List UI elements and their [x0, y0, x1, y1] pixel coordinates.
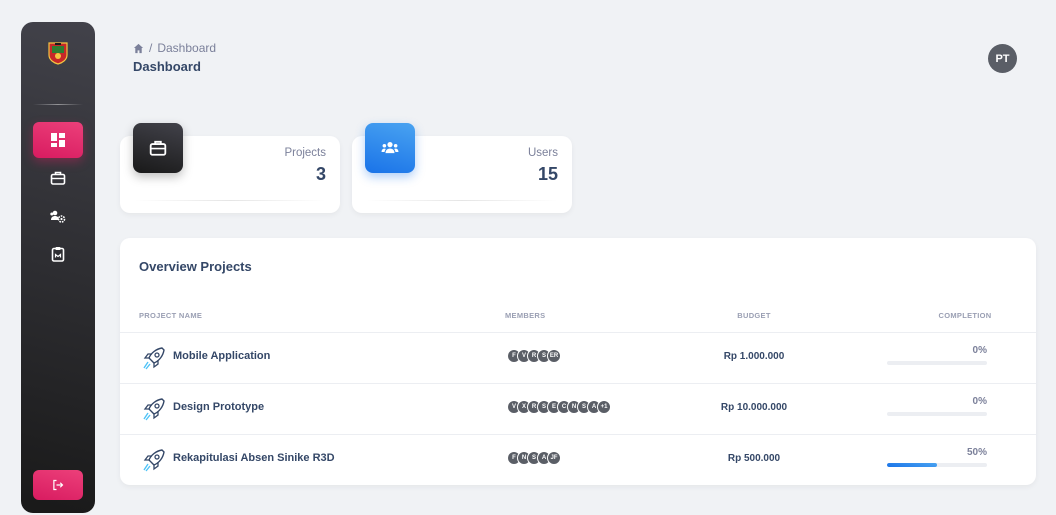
table-row[interactable]: Mobile Application F V R S ER Rp 1.000.000 0% — [120, 332, 1036, 383]
table-row[interactable]: Rekapitulasi Absen Sinike R3D F N S A JF Rp 50… — [120, 434, 1036, 485]
logout-button[interactable] — [33, 470, 83, 500]
breadcrumb: / Dashboard — [133, 41, 216, 55]
stat-label: Projects — [284, 147, 326, 159]
user-avatar[interactable]: PT — [988, 44, 1017, 73]
completion-progress-bar — [887, 412, 987, 416]
app-logo-icon[interactable] — [48, 41, 68, 65]
member-avatars: F V R S ER — [507, 349, 561, 363]
projects-title: Overview Projects — [139, 259, 252, 274]
sidebar-item-reports[interactable] — [33, 236, 83, 272]
rocket-icon — [142, 397, 166, 421]
project-name[interactable]: Mobile Application — [173, 350, 270, 362]
rocket-icon — [142, 346, 166, 370]
project-budget: Rp 10.000.000 — [720, 402, 788, 413]
stat-card-users: Users 15 — [352, 123, 572, 213]
briefcase-icon — [50, 171, 66, 185]
column-header-project-name: PROJECT NAME — [139, 311, 203, 320]
users-gear-icon — [50, 210, 66, 223]
rocket-icon — [142, 448, 166, 472]
logout-icon — [53, 479, 64, 491]
stat-divider — [134, 200, 326, 201]
member-avatar[interactable]: ER — [547, 349, 561, 363]
project-name[interactable]: Rekapitulasi Absen Sinike R3D — [173, 452, 335, 464]
project-name[interactable]: Design Prototype — [173, 401, 264, 413]
member-avatar[interactable]: JF — [547, 451, 561, 465]
stat-icon-box — [365, 123, 415, 173]
page-title: Dashboard — [133, 59, 201, 74]
sidebar-item-users[interactable] — [33, 198, 83, 234]
dashboard-icon — [51, 133, 65, 147]
home-icon[interactable] — [133, 43, 144, 54]
member-avatars: F N S A JF — [507, 451, 561, 465]
stat-label: Users — [527, 147, 558, 159]
completion-percent: 50% — [966, 447, 987, 458]
sidebar-item-dashboard[interactable] — [33, 122, 83, 158]
users-icon — [381, 142, 399, 154]
stat-card-projects: Projects 3 — [120, 123, 340, 213]
completion-percent: 0% — [972, 396, 987, 407]
project-budget: Rp 1.000.000 — [723, 351, 785, 362]
progress-fill — [887, 463, 937, 467]
completion-progress-bar — [887, 463, 987, 467]
projects-overview-card: Overview Projects PROJECT NAME MEMBERS B… — [120, 238, 1036, 485]
stat-icon-box — [133, 123, 183, 173]
briefcase-icon — [149, 140, 167, 156]
clipboard-icon — [51, 247, 65, 262]
stat-divider — [366, 200, 558, 201]
sidebar-item-projects[interactable] — [33, 160, 83, 196]
sidebar — [21, 22, 95, 513]
breadcrumb-current: Dashboard — [157, 41, 217, 55]
member-avatars: V X R S E C N S A +1 — [507, 400, 611, 414]
project-budget: Rp 500.000 — [727, 453, 781, 464]
completion-progress-bar — [887, 361, 987, 365]
column-header-members: MEMBERS — [505, 311, 546, 320]
stat-value: 15 — [537, 164, 558, 184]
member-avatar[interactable]: +1 — [597, 400, 611, 414]
sidebar-divider — [33, 104, 83, 105]
breadcrumb-separator: / — [149, 41, 153, 55]
completion-percent: 0% — [972, 345, 987, 356]
stat-value: 3 — [315, 164, 326, 184]
table-row[interactable]: Design Prototype V X R S E C N S A +1 Rp 10.000.000… — [120, 383, 1036, 434]
